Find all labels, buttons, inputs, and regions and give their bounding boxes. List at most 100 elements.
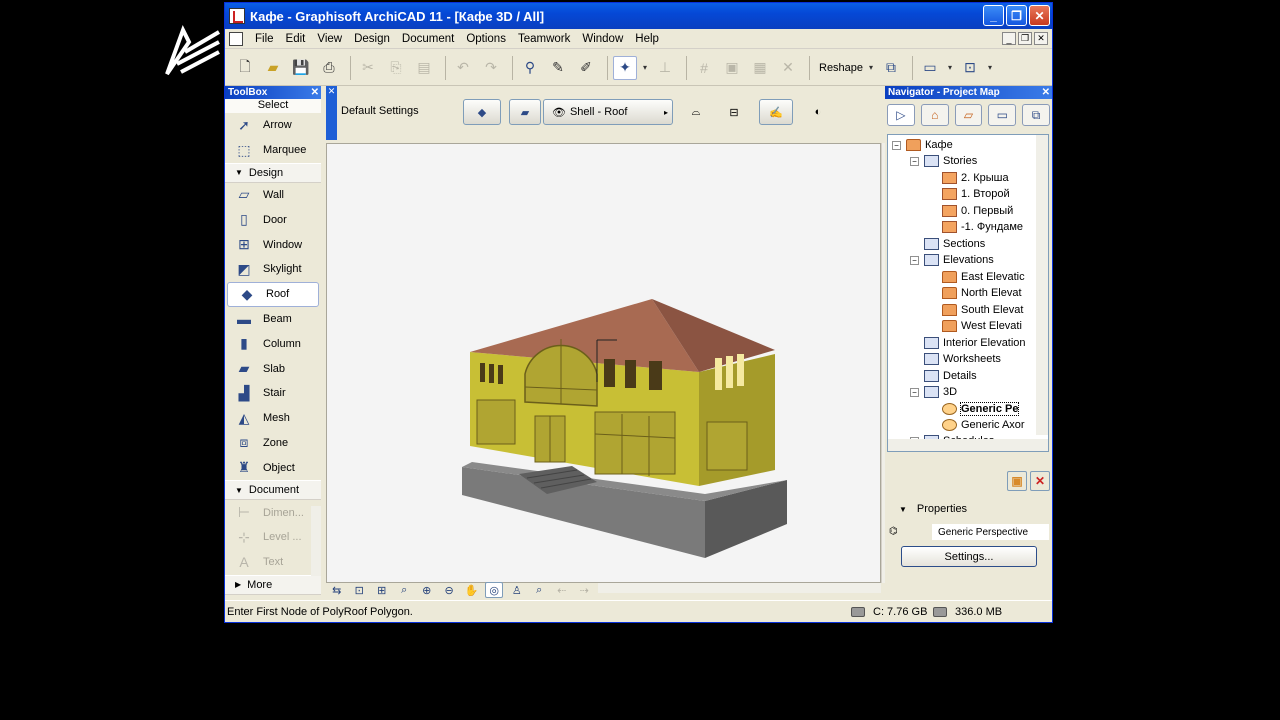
zoom-out-icon[interactable]: ⊖ (440, 582, 457, 598)
tree-horizontal-scrollbar[interactable] (888, 439, 1048, 451)
new-file-icon[interactable]: 🗋 (233, 56, 257, 80)
tree-node-3d[interactable]: −3D (910, 384, 957, 400)
close-button[interactable]: ✕ (1029, 5, 1050, 26)
tree-node-elevations[interactable]: − Elevations (910, 252, 994, 268)
tool-roof[interactable]: ◆ Roof (227, 281, 319, 307)
save-icon[interactable]: 💾 (289, 56, 313, 80)
tool-object[interactable]: ♜ Object (225, 455, 321, 480)
new-folder-icon[interactable]: ▣ (1007, 471, 1027, 491)
roof-edge-button[interactable]: ⊟ (719, 99, 749, 125)
tree-node-elevation[interactable]: North Elevat (942, 285, 1022, 301)
tool-stair[interactable]: ▟ Stair (225, 381, 321, 406)
tool-mesh[interactable]: ◭ Mesh (225, 406, 321, 431)
syringe-icon[interactable]: ✐ (574, 56, 598, 80)
tree-node-generic-perspective[interactable]: Generic Pe (942, 401, 1020, 417)
document-group-header[interactable]: ▼ Document (225, 480, 321, 501)
fit-in-window-icon[interactable]: ⊡ (350, 582, 367, 598)
tree-node-worksheets[interactable]: Worksheets (924, 351, 1001, 367)
material-button[interactable]: ◐ (801, 99, 835, 125)
tool-arrow[interactable]: ➚ Arrow (225, 113, 321, 138)
group-icon[interactable]: ▣ (720, 56, 744, 80)
infobox-handle[interactable]: ✕ (326, 86, 337, 140)
zoom-window-icon[interactable]: ⊞ (373, 582, 390, 598)
tree-node-story[interactable]: -1. Фундаме (942, 219, 1023, 235)
tree-node-root[interactable]: − Кафе (892, 137, 953, 153)
explore-icon[interactable]: ⌕ (531, 582, 548, 598)
tree-node-sections[interactable]: Sections (924, 236, 985, 252)
tree-node-generic-axonometry[interactable]: Generic Axor (942, 417, 1025, 433)
tool-door[interactable]: ▯ Door (225, 207, 321, 232)
eyedropper-icon[interactable]: ✎ (546, 56, 570, 80)
tab-publisher[interactable]: ⧉ (1022, 104, 1050, 126)
design-group-header[interactable]: ▼ Design (225, 162, 321, 183)
dropdown-arrow-icon[interactable]: ▾ (641, 56, 649, 80)
tree-node-elevation[interactable]: South Elevat (942, 302, 1023, 318)
tab-project-map[interactable]: ⌂ (920, 104, 949, 126)
print-icon[interactable]: ⎙ (317, 56, 341, 80)
tool-text[interactable]: A Text (225, 550, 321, 575)
previous-zoom-icon[interactable]: ⇠ (553, 582, 570, 598)
next-zoom-icon[interactable]: ⇢ (575, 582, 592, 598)
navigator-header[interactable]: Navigator - Project Map ✕ (885, 86, 1052, 99)
open-folder-icon[interactable]: ▰ (261, 56, 285, 80)
tab-navigator-popup[interactable]: ▷ (887, 104, 915, 126)
magic-wand-icon[interactable]: ✦ (613, 55, 637, 80)
zoom-box-icon[interactable]: ⌕ (395, 582, 412, 598)
tree-node-elevation[interactable]: West Elevati (942, 318, 1022, 334)
tree-node-interior-elevations[interactable]: Interior Elevation (924, 335, 1026, 351)
tree-node-story[interactable]: 0. Первый (942, 203, 1013, 219)
menu-window[interactable]: Window (576, 33, 629, 45)
reshape-label[interactable]: Reshape (819, 62, 863, 74)
delete-icon[interactable]: ✕ (776, 56, 800, 80)
find-select-icon[interactable]: ⚲ (518, 56, 542, 80)
walk-icon[interactable]: ♙ (508, 582, 525, 598)
tool-window[interactable]: ⊞ Window (225, 232, 321, 257)
tab-view-map[interactable]: ▱ (954, 104, 983, 126)
menu-edit[interactable]: Edit (280, 33, 312, 45)
navigation-mode-icon[interactable]: ⇆ (328, 582, 345, 598)
menu-help[interactable]: Help (629, 33, 665, 45)
align-icon[interactable]: ⊥ (653, 56, 677, 80)
mdi-restore-button[interactable]: ❐ (1018, 32, 1032, 45)
tool-marquee[interactable]: ⬚ Marquee (225, 138, 321, 163)
tool-slab[interactable]: ▰ Slab (225, 356, 321, 381)
tree-node-details[interactable]: Details (924, 368, 977, 384)
view-settings-icon[interactable]: ▭ (918, 56, 942, 80)
pan-icon[interactable]: ✋ (463, 582, 480, 598)
menu-view[interactable]: View (311, 33, 348, 45)
geometry-method-button[interactable]: ▰ (509, 99, 541, 125)
tool-column[interactable]: ▮ Column (225, 331, 321, 356)
delete-view-icon[interactable]: ✕ (1030, 471, 1050, 491)
tree-vertical-scrollbar[interactable] (1036, 135, 1048, 435)
menu-file[interactable]: File (249, 33, 280, 45)
properties-header[interactable]: ▼ Properties (887, 500, 1049, 518)
tool-skylight[interactable]: ◩ Skylight (225, 257, 321, 282)
menu-teamwork[interactable]: Teamwork (512, 33, 576, 45)
grid-snap-icon[interactable]: # (692, 56, 716, 80)
reshape-dropdown-icon[interactable]: ▾ (867, 56, 875, 80)
toolbar-overflow-icon[interactable]: ▾ (986, 56, 994, 80)
settings-button[interactable]: Settings... (901, 546, 1037, 567)
menu-design[interactable]: Design (348, 33, 396, 45)
tool-level-dimension[interactable]: ⊹ Level ... (225, 525, 321, 550)
tool-zone[interactable]: ⧈ Zone (225, 431, 321, 456)
cut-icon[interactable]: ✂ (356, 56, 380, 80)
tree-node-elevation[interactable]: East Elevatic (942, 269, 1025, 285)
title-bar[interactable]: Кафе - Graphisoft ArchiCAD 11 - [Кафе 3D… (225, 3, 1052, 29)
viewport-horizontal-scrollbar[interactable] (598, 583, 881, 593)
archicad-app-icon[interactable] (229, 8, 245, 24)
maximize-button[interactable]: ❐ (1006, 5, 1027, 26)
document-window-icon[interactable] (229, 31, 243, 46)
3d-window-icon[interactable]: ⊡ (958, 56, 982, 80)
mdi-minimize-button[interactable]: _ (1002, 32, 1016, 45)
roof-angle-button[interactable]: ⌓ (681, 99, 711, 125)
menu-document[interactable]: Document (396, 33, 460, 45)
more-group-header[interactable]: ▶ More (225, 574, 321, 595)
pen-button[interactable]: ✍ (759, 99, 793, 125)
paste-icon[interactable]: ▤ (412, 56, 436, 80)
tab-layout-book[interactable]: ▭ (988, 104, 1017, 126)
toolbox-close-icon[interactable]: ✕ (311, 87, 319, 98)
reshape-icon[interactable]: ⧉ (879, 56, 903, 80)
mdi-close-button[interactable]: ✕ (1034, 32, 1048, 45)
view-dropdown-icon[interactable]: ▾ (946, 56, 954, 80)
